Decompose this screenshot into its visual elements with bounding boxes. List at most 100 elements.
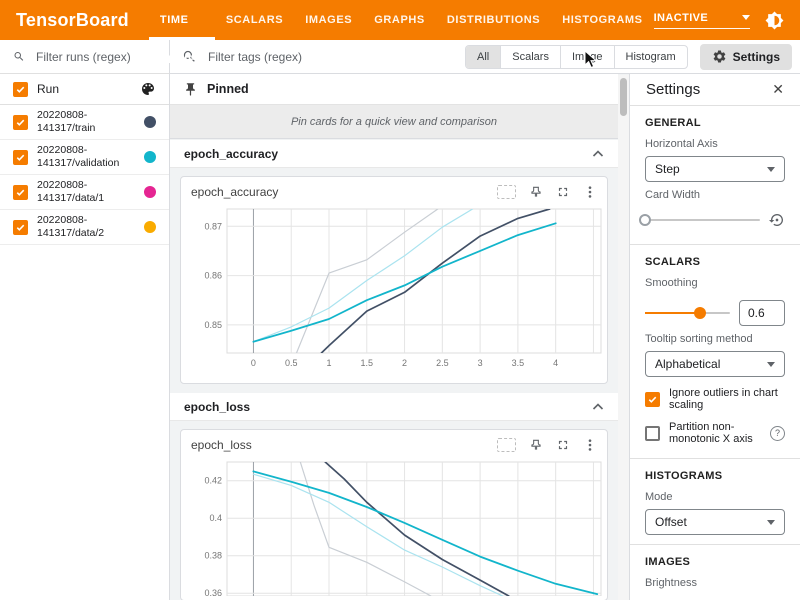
scalar-card-epoch-accuracy: epoch_accuracy 00.511.522.533.540.850.86… [180,176,608,384]
x-tick-label: 3.5 [512,358,525,368]
runs-header-label: Run [37,82,140,96]
ignore-outliers-checkbox[interactable] [645,392,660,407]
smoothing-label: Smoothing [645,277,785,289]
filter-scalars-button[interactable]: Scalars [500,46,560,68]
y-tick-label: 0.85 [204,320,222,330]
fullscreen-icon[interactable] [556,185,570,199]
tab-time-series[interactable]: TIME SERIES [149,0,215,40]
help-icon[interactable]: ? [770,426,785,441]
card-header: epoch_loss [181,434,607,456]
tab-scalars[interactable]: SCALARS [215,0,294,40]
nav-tabs: TIME SERIES SCALARS IMAGES GRAPHS DISTRI… [149,0,654,40]
run-color-dot [144,151,156,163]
filter-all-button[interactable]: All [466,46,500,68]
run-row-train[interactable]: 20220808-141317/train [0,105,169,140]
scrollbar-thumb[interactable] [620,78,627,116]
histogram-mode-label: Mode [645,491,785,503]
histogram-mode-value: Offset [655,515,687,529]
fullscreen-icon[interactable] [556,438,570,452]
settings-section-scalars: SCALARS Smoothing Tooltip sorting method… [630,245,800,459]
reset-icon[interactable] [769,212,785,228]
settings-panel: Settings ✕ GENERAL Horizontal Axis Step … [629,74,800,600]
data-selection-icon[interactable] [497,438,516,452]
partition-x-checkbox[interactable] [645,426,660,441]
main-scrollbar[interactable] [618,75,629,600]
pinned-section-header: Pinned [170,74,618,104]
palette-icon[interactable] [140,81,156,97]
section-header-epoch-loss[interactable]: epoch_loss [170,393,618,421]
cards-area: Pinned Pin cards for a quick view and co… [170,74,618,600]
plugin-filter-group: All Scalars Image Histogram [465,45,688,69]
tags-toolbar: All Scalars Image Histogram Settings [170,40,800,74]
section-title: epoch_loss [184,400,250,414]
smoothing-value-input[interactable] [739,300,785,326]
more-options-icon[interactable] [583,438,597,452]
run-name: 20220808-141317/validation [37,144,144,170]
reload-status-select[interactable]: INACTIVE [654,12,750,29]
filter-image-button[interactable]: Image [560,46,614,68]
y-tick-label: 0.87 [204,221,222,231]
run-checkbox[interactable] [13,150,28,165]
tooltip-sorting-value: Alphabetical [655,357,720,371]
chevron-down-icon [767,520,775,525]
partition-x-row[interactable]: Partition non-monotonic X axis ? [645,421,785,445]
run-row-data-2[interactable]: 20220808-141317/data/2 [0,210,169,245]
more-options-icon[interactable] [583,185,597,199]
card-header: epoch_accuracy [181,181,607,203]
x-tick-label: 3 [478,358,483,368]
run-row-validation[interactable]: 20220808-141317/validation [0,140,169,175]
epoch-accuracy-chart[interactable]: 00.511.522.533.540.850.860.87 [181,203,607,379]
runs-sidebar: Run 20220808-141317/train 20220808-14131… [0,40,170,600]
run-checkbox[interactable] [13,220,28,235]
tab-histograms[interactable]: HISTOGRAMS [551,0,653,40]
section-heading: SCALARS [645,256,785,268]
smoothing-slider[interactable] [645,312,730,314]
histogram-mode-select[interactable]: Offset [645,509,785,535]
chevron-down-icon [742,15,750,20]
runs-header-row: Run [0,74,169,105]
y-tick-label: 0.36 [204,588,222,596]
settings-button[interactable]: Settings [700,44,792,70]
pin-outline-icon[interactable] [529,438,543,452]
run-name: 20220808-141317/train [37,109,144,135]
chevron-up-icon[interactable] [592,149,604,158]
horizontal-axis-select[interactable]: Step [645,156,785,182]
settings-section-images: IMAGES Brightness Contrast Show actual i… [630,545,800,600]
card-title: epoch_loss [191,438,252,452]
brightness-label: Brightness [645,577,785,589]
search-icon [13,49,25,64]
run-name: 20220808-141317/data/2 [37,214,144,240]
chevron-up-icon[interactable] [592,402,604,411]
card-width-slider[interactable] [645,219,760,221]
select-all-runs-checkbox[interactable] [13,82,28,97]
runs-filter-input[interactable] [34,49,156,65]
y-tick-label: 0.86 [204,271,222,281]
pin-icon [183,82,198,97]
topbar-actions: INACTIVE ? [654,11,800,30]
section-heading: HISTOGRAMS [645,470,785,482]
app-title: TensorBoard [16,10,129,31]
epoch-loss-chart[interactable]: 0.420.40.380.36 [181,456,607,596]
section-title: epoch_accuracy [184,147,278,161]
x-tick-label: 1 [326,358,331,368]
tab-distributions[interactable]: DISTRIBUTIONS [436,0,551,40]
dark-mode-toggle-button[interactable] [765,11,784,30]
card-actions [497,438,597,452]
tab-images[interactable]: IMAGES [294,0,363,40]
close-icon[interactable]: ✕ [772,81,784,98]
gear-icon [712,49,727,64]
tags-filter-input[interactable] [206,49,410,65]
pinned-label: Pinned [207,82,249,96]
run-checkbox[interactable] [13,115,28,130]
run-color-dot [144,221,156,233]
section-header-epoch-accuracy[interactable]: epoch_accuracy [170,140,618,168]
run-row-data-1[interactable]: 20220808-141317/data/1 [0,175,169,210]
pin-outline-icon[interactable] [529,185,543,199]
tooltip-sorting-select[interactable]: Alphabetical [645,351,785,377]
run-checkbox[interactable] [13,185,28,200]
ignore-outliers-row[interactable]: Ignore outliers in chart scaling [645,387,785,411]
x-tick-label: 4 [553,358,558,368]
data-selection-icon[interactable] [497,185,516,199]
filter-histogram-button[interactable]: Histogram [614,46,687,68]
tab-graphs[interactable]: GRAPHS [363,0,436,40]
